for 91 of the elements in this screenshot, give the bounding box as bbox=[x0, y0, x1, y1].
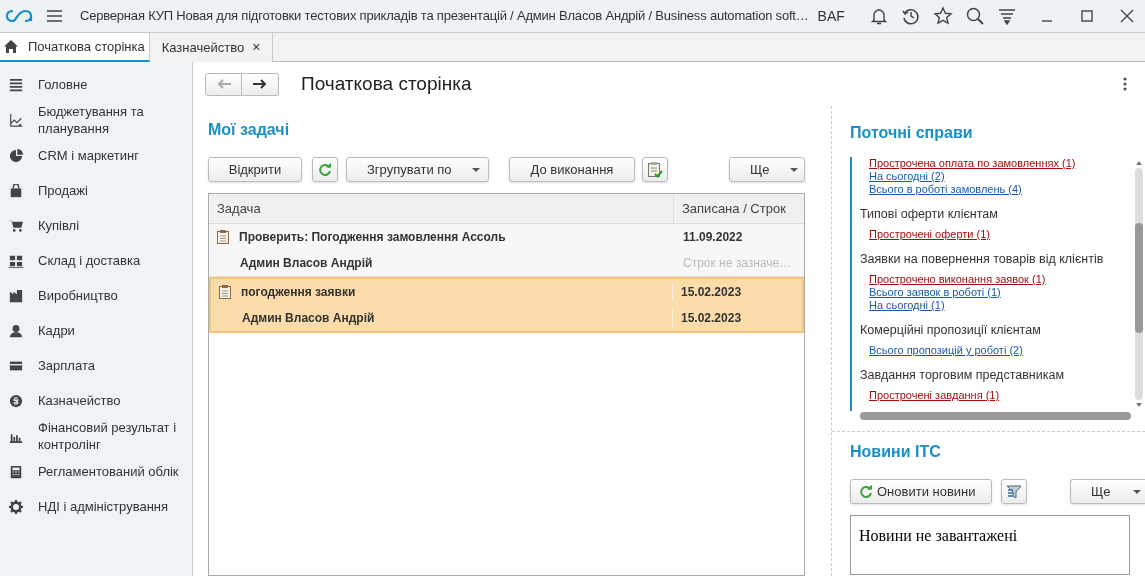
section-heading: Поточні справи bbox=[850, 123, 974, 143]
section-heading: Новини ІТС bbox=[850, 442, 942, 462]
sidebar-item[interactable]: Купівлі bbox=[38, 217, 80, 234]
right-arrow-icon bbox=[253, 79, 267, 89]
clipboard-icon bbox=[219, 285, 231, 299]
task-title: Проверить: Погодження замовлення Ассоль bbox=[239, 229, 506, 246]
more-dropdown[interactable]: Ще bbox=[1070, 479, 1145, 504]
sidebar-item[interactable]: Бюджетування та планування bbox=[38, 103, 188, 137]
section-heading: Мої задачі bbox=[208, 120, 291, 140]
table-row[interactable]: погодження заявки 15.02.2023 Админ Власов Андрій 15.02.2023 bbox=[209, 277, 804, 333]
person-icon bbox=[9, 323, 23, 338]
home-icon bbox=[4, 40, 18, 53]
due-date-cell-text: Строк не зазначе… bbox=[682, 255, 793, 272]
refresh-icon bbox=[859, 484, 873, 499]
shopping-bag-icon bbox=[9, 183, 23, 198]
calculator-icon bbox=[9, 464, 23, 479]
sidebar-item[interactable]: Зарплата bbox=[38, 357, 95, 374]
page-title: Початкова сторінка bbox=[301, 71, 472, 96]
date-cell: 15.02.2023 bbox=[672, 283, 802, 301]
sidebar-item[interactable]: Склад і доставка bbox=[38, 252, 141, 269]
more-options-icon[interactable] bbox=[1123, 77, 1127, 91]
filter-list-icon bbox=[1006, 483, 1022, 500]
link[interactable]: Всього в роботі замовлень (4) bbox=[869, 183, 1022, 196]
link[interactable]: Прострочені оферти (1) bbox=[869, 228, 990, 241]
sidebar-item[interactable]: Головне bbox=[38, 76, 88, 93]
link[interactable]: Прострочені завдання (1) bbox=[869, 389, 1000, 402]
logo-icon[interactable] bbox=[5, 8, 34, 24]
refresh-news-button[interactable]: Оновити новини bbox=[850, 479, 992, 504]
caret-icon bbox=[1133, 489, 1141, 494]
tab[interactable]: Початкова сторінка bbox=[0, 33, 150, 62]
clipboard-check-icon bbox=[647, 161, 663, 178]
sidebar-item[interactable]: НДІ і адміністрування bbox=[38, 498, 169, 515]
search-icon[interactable] bbox=[965, 6, 985, 26]
date-cell-text: 11.09.2022 bbox=[682, 229, 744, 246]
filter-icon[interactable] bbox=[997, 6, 1017, 26]
caret-icon bbox=[790, 167, 798, 172]
tab[interactable]: Казначейство × bbox=[149, 33, 274, 62]
sidebar-item[interactable]: Регламентований облік bbox=[38, 463, 179, 480]
author-cell-text: Админ Власов Андрій bbox=[239, 255, 374, 272]
menu-lines-icon bbox=[9, 77, 23, 92]
group-heading: Заявки на повернення товарів від клієнтів bbox=[860, 252, 1105, 267]
task-done-button[interactable] bbox=[642, 157, 668, 182]
link[interactable]: На сьогодні (2) bbox=[869, 170, 945, 183]
group-heading: Завдання торговим представникам bbox=[860, 368, 1065, 383]
scrollbar[interactable] bbox=[860, 412, 1131, 420]
close-tab-button[interactable]: × bbox=[252, 37, 261, 58]
caret-icon bbox=[472, 167, 480, 172]
group-heading: Комерційні пропозиції клієнтам bbox=[860, 323, 1042, 338]
menu-icon[interactable] bbox=[47, 10, 62, 22]
news-filter-button[interactable] bbox=[1001, 479, 1027, 504]
sidebar-item[interactable]: Виробництво bbox=[38, 287, 118, 304]
window-title: Серверная КУП Новая для підготовки тестових прикладів та презентацій / Админ Власов Андрій / Business automation soft… bbox=[80, 7, 809, 26]
refresh-button[interactable] bbox=[312, 157, 338, 182]
sidebar-item[interactable]: CRM і маркетинг bbox=[38, 147, 139, 164]
refresh-icon bbox=[318, 162, 332, 177]
sidebar-item[interactable]: Фінансовий результат і контролінг bbox=[38, 419, 188, 453]
group-heading: Типові оферти клієнтам bbox=[860, 207, 999, 222]
forward-button[interactable] bbox=[242, 72, 279, 96]
star-icon[interactable] bbox=[933, 6, 953, 26]
table-row[interactable]: Проверить: Погодження замовлення Ассоль 11.09.2022 Админ Власов Андрій Строк не зазначе… bbox=[209, 224, 804, 277]
pie-chart-icon bbox=[9, 148, 23, 163]
bell-icon[interactable] bbox=[869, 6, 889, 26]
todo-button[interactable]: До виконання bbox=[509, 157, 635, 182]
clipboard-icon bbox=[217, 230, 229, 244]
due-date-cell: 15.02.2023 bbox=[672, 309, 802, 327]
column-header[interactable]: Задача bbox=[209, 194, 674, 223]
link[interactable]: Прострочено виконання заявок (1) bbox=[869, 273, 1046, 286]
column-header[interactable]: Записана / Строк bbox=[674, 194, 804, 223]
link[interactable]: На сьогодні (1) bbox=[869, 299, 945, 312]
sidebar-item[interactable]: Продажі bbox=[38, 182, 88, 199]
left-arrow-icon bbox=[216, 79, 231, 89]
settings-icon bbox=[9, 499, 23, 514]
grid-icon bbox=[9, 253, 23, 268]
author-cell-text: Админ Власов Андрій bbox=[241, 310, 376, 327]
scroll-up-icon[interactable] bbox=[1136, 161, 1142, 165]
open-button[interactable]: Відкрити bbox=[208, 157, 302, 182]
sidebar-item[interactable]: Кадри bbox=[38, 322, 75, 339]
hryvnia-coin-icon bbox=[9, 393, 23, 408]
history-icon[interactable] bbox=[901, 6, 921, 26]
scroll-down-icon[interactable] bbox=[1136, 403, 1142, 407]
factory-icon bbox=[9, 288, 23, 303]
link[interactable]: Прострочена оплата по замовленнях (1) bbox=[869, 157, 1076, 170]
news-message: Новини не завантажені bbox=[859, 527, 1018, 544]
link[interactable]: Всього пропозицій у роботі (2) bbox=[869, 344, 1023, 357]
more-dropdown[interactable]: Ще bbox=[729, 157, 805, 182]
sidebar-item[interactable]: Казначейство bbox=[38, 392, 121, 409]
group-by-dropdown[interactable]: Згрупувати по bbox=[346, 157, 489, 182]
line-chart-icon bbox=[9, 113, 23, 127]
task-title: погодження заявки bbox=[241, 284, 356, 301]
brand-label: BAF bbox=[817, 6, 845, 26]
link[interactable]: Всього заявок в роботі (1) bbox=[869, 286, 1001, 299]
